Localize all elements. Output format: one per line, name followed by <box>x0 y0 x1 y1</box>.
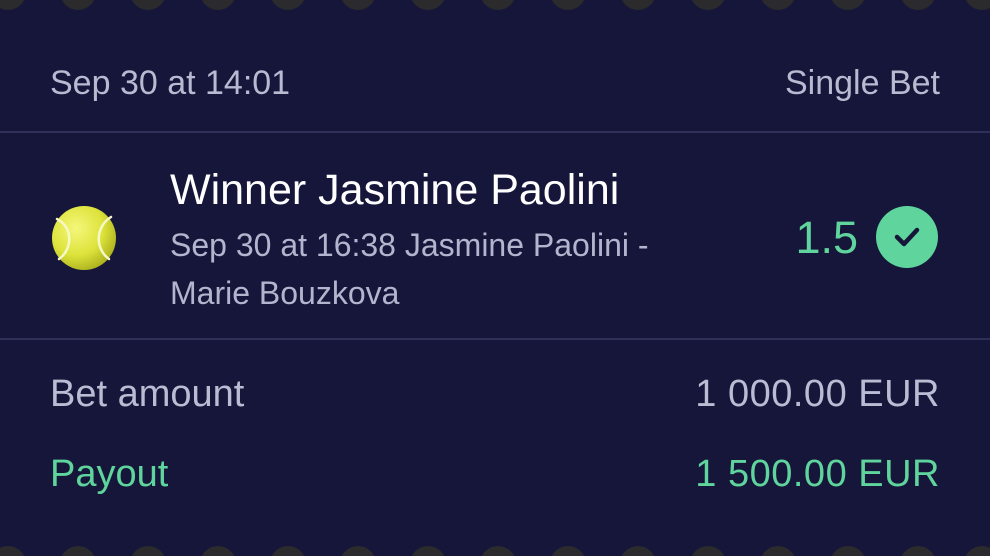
bet-amount-value: 1 000.00 EUR <box>695 373 940 415</box>
ticket-perforation <box>130 546 166 556</box>
ticket-header: Sep 30 at 14:01 Single Bet <box>0 0 990 133</box>
selection-title: Winner Jasmine Paolini <box>170 166 620 214</box>
tennis-ball-icon <box>52 206 116 270</box>
ticket-perforation <box>690 546 726 556</box>
ticket-perforation <box>60 546 96 556</box>
ticket-perforation <box>200 546 236 556</box>
bet-type-label: Single Bet <box>785 64 940 102</box>
bet-selection[interactable]: Winner Jasmine Paolini Sep 30 at 16:38 J… <box>0 133 990 338</box>
ticket-perforation <box>410 546 446 556</box>
ticket-perforation <box>550 546 586 556</box>
ticket-perforation <box>964 546 990 556</box>
bet-placed-date: Sep 30 at 14:01 <box>50 64 291 102</box>
payout-row: Payout 1 500.00 EUR <box>0 446 990 506</box>
ticket-perforation <box>900 546 936 556</box>
ticket-perforation <box>270 546 306 556</box>
ticket-perforation <box>620 546 656 556</box>
event-details: Sep 30 at 16:38 Jasmine Paolini - Marie … <box>170 227 649 311</box>
ticket-perforation <box>760 546 796 556</box>
bet-amount-label: Bet amount <box>50 373 245 415</box>
payout-label: Payout <box>50 453 169 495</box>
payout-value: 1 500.00 EUR <box>695 453 940 495</box>
ticket-perforation <box>0 546 26 556</box>
ticket-perforation <box>830 546 866 556</box>
ticket-perforation <box>340 546 376 556</box>
bet-amount-row: Bet amount 1 000.00 EUR <box>0 366 990 426</box>
bet-ticket: Sep 30 at 14:01 Single Bet Winner Jasmin… <box>0 0 990 556</box>
odds-value: 1.5 <box>795 212 858 263</box>
checkmark-icon <box>876 206 938 268</box>
ticket-perforation <box>480 546 516 556</box>
divider <box>0 338 990 340</box>
